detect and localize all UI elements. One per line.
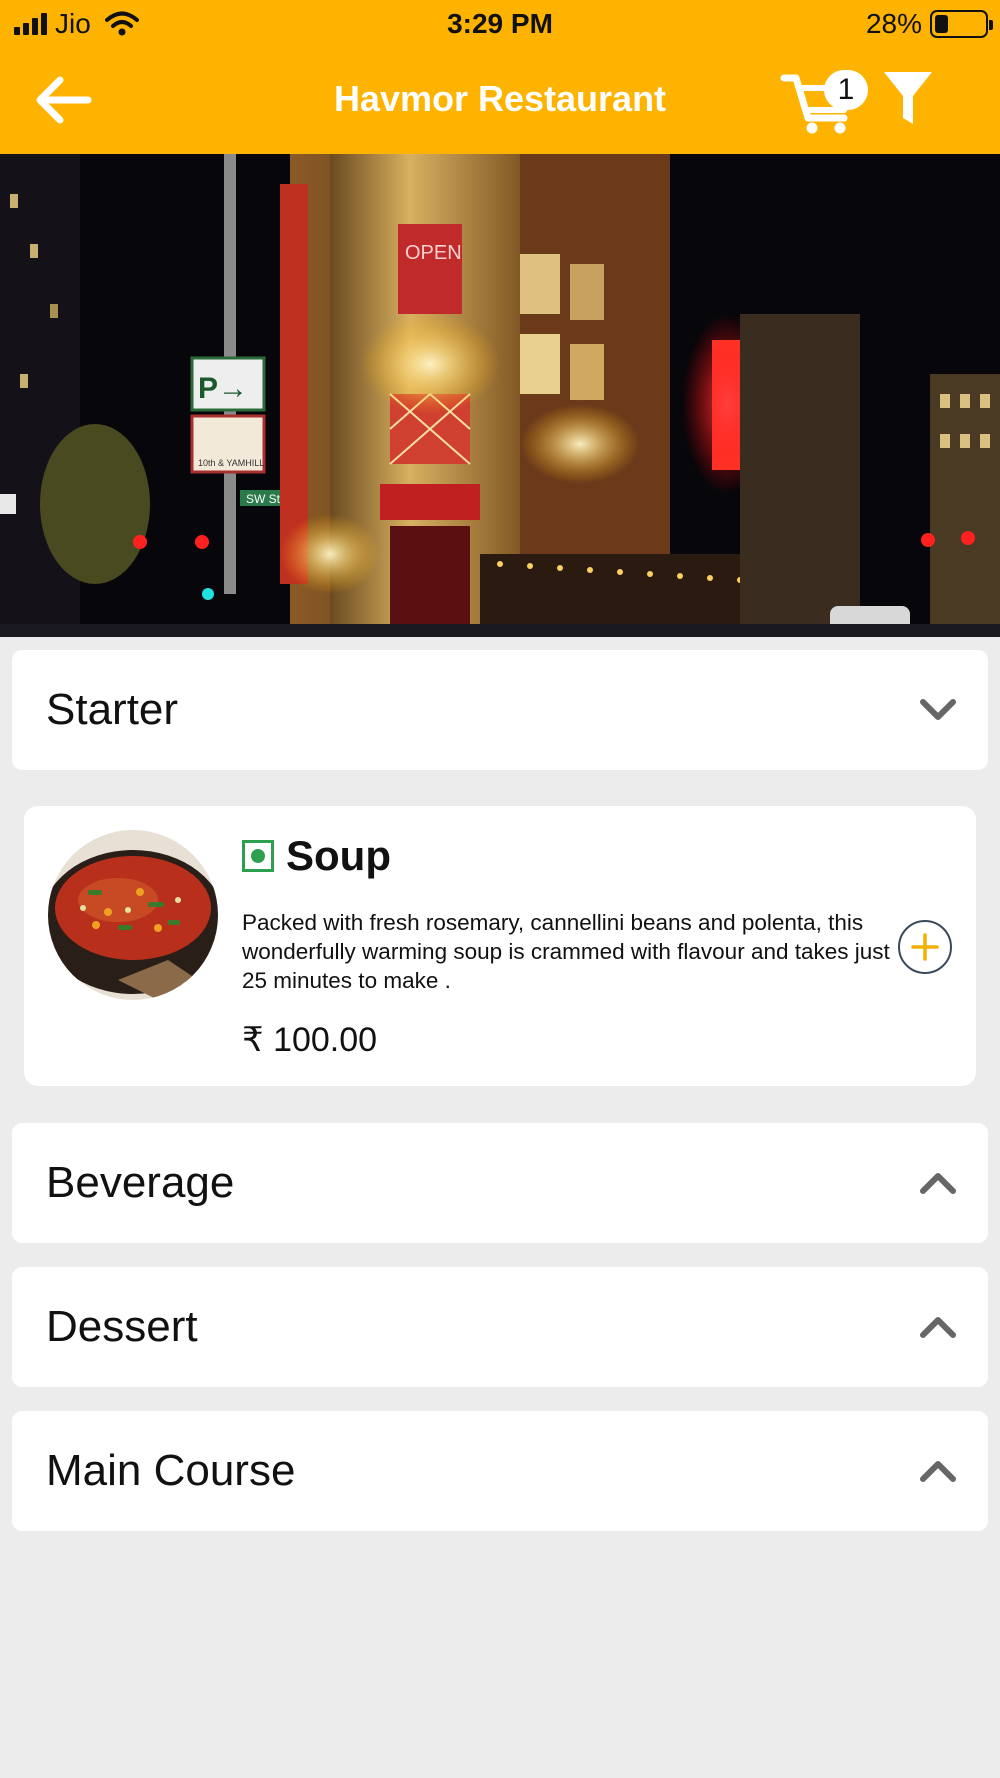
hero-corner-sign: 10th & YAMHILL: [198, 458, 264, 468]
item-description: Packed with fresh rosemary, cannellini b…: [242, 910, 890, 993]
item-name: Soup: [286, 832, 391, 879]
chevron-down-icon: [920, 699, 956, 720]
category-dessert[interactable]: Dessert: [12, 1267, 988, 1387]
category-label: Dessert: [46, 1302, 198, 1351]
status-time: 3:29 PM: [447, 8, 553, 39]
category-label: Starter: [46, 685, 179, 734]
svg-text:P→: P→: [198, 372, 248, 405]
category-beverage[interactable]: Beverage: [12, 1123, 988, 1243]
category-label: Main Course: [46, 1446, 296, 1495]
nav-bar: Havmor Restaurant 1: [0, 50, 1000, 154]
plus-icon: [911, 933, 939, 961]
veg-indicator-icon: [242, 840, 274, 872]
menu-item-card: Soup Packed with fresh rosemary, cannell…: [24, 806, 976, 1086]
status-bar: Jio 3:29 PM 28%: [0, 0, 1000, 50]
top-bar: Jio 3:29 PM 28% Havmor Restaurant 1: [0, 0, 1000, 154]
item-price: ₹ 100.00: [242, 1021, 378, 1059]
add-to-cart-button[interactable]: [898, 920, 952, 974]
hero-open-sign: OPEN: [405, 242, 462, 264]
chevron-up-icon: [920, 1173, 956, 1194]
filter-icon: [884, 72, 932, 124]
category-main-course[interactable]: Main Course: [12, 1411, 988, 1531]
battery-icon: [930, 10, 993, 38]
battery-percent: 28%: [865, 8, 922, 39]
chevron-up-icon: [920, 1317, 956, 1338]
filter-button[interactable]: [882, 68, 934, 128]
category-starter[interactable]: Starter: [12, 650, 988, 770]
category-label: Beverage: [46, 1158, 235, 1207]
soup-image: [48, 830, 218, 1000]
restaurant-hero-image: P→ 10th & YAMHILL SW Stark OPEN: [0, 154, 1000, 637]
chevron-up-icon: [920, 1461, 956, 1482]
cart-count-badge: 1: [824, 70, 868, 110]
